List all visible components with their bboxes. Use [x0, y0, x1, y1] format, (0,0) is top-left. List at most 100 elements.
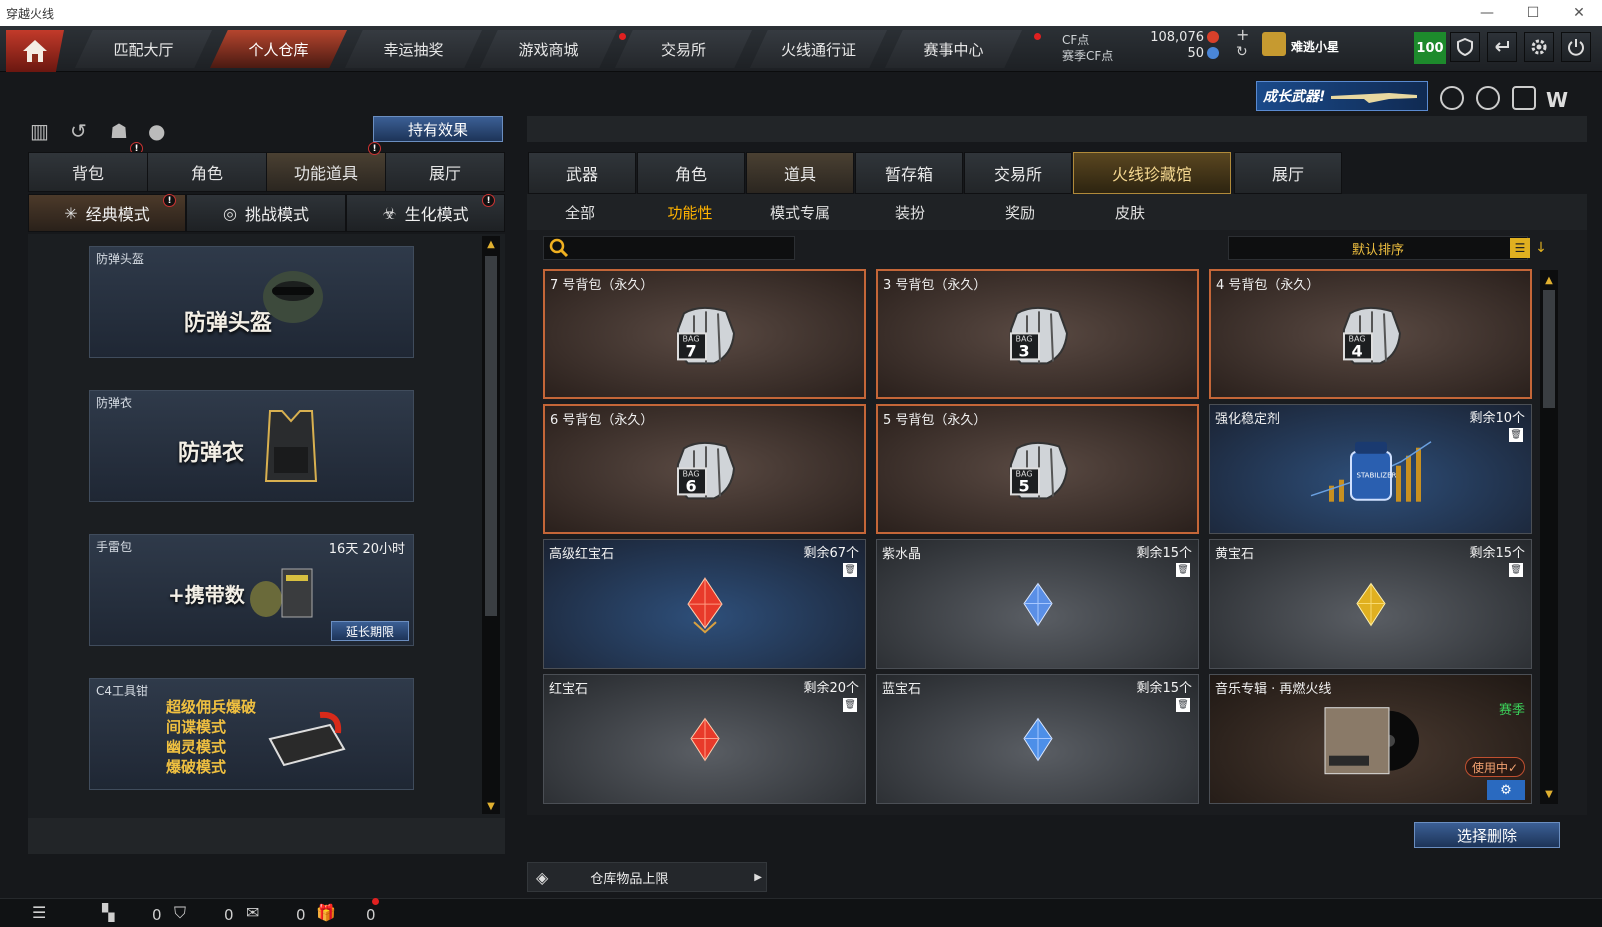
trash-icon[interactable]: 🗑	[843, 563, 857, 577]
tab-personal-warehouse[interactable]: 个人仓库	[210, 30, 347, 68]
search-box[interactable]	[543, 236, 795, 260]
trash-icon[interactable]: 🗑	[1509, 428, 1523, 442]
extend-duration-button[interactable]: 延长期限	[331, 621, 409, 641]
scroll-down-icon[interactable]: ▼	[1540, 786, 1558, 802]
album-settings-button[interactable]: ⚙	[1487, 780, 1525, 800]
history-icon[interactable]: ↺	[70, 119, 87, 143]
left-tab-backpack[interactable]: 背包	[28, 152, 148, 192]
item-card-topaz[interactable]: 黄宝石 剩余15个 🗑	[1209, 539, 1532, 669]
item-card-stabilizer[interactable]: 强化稳定剂 剩余10个 🗑 STABILIZER	[1209, 404, 1532, 534]
level-badge: 100	[1414, 32, 1446, 64]
sort-dropdown[interactable]: 默认排序	[1228, 236, 1528, 260]
w-logo-icon[interactable]: W	[1546, 88, 1568, 112]
item-card-sapphire[interactable]: 蓝宝石 剩余15个 🗑	[876, 674, 1199, 804]
backpack-icon: BAG 3	[1003, 303, 1073, 371]
left-scroll-thumb[interactable]	[485, 256, 497, 616]
chat-icon[interactable]: ✉	[246, 903, 259, 922]
backpack-icon: BAG 5	[1003, 438, 1073, 506]
tab-characters[interactable]: 角色	[637, 152, 745, 194]
trash-icon[interactable]: 🗑	[843, 698, 857, 712]
filter-functional[interactable]: 功能性	[640, 200, 740, 224]
user-name[interactable]: 难逃小星	[1291, 38, 1339, 55]
gift-icon[interactable]: 🎁	[316, 903, 336, 922]
cf-point-value: 108,076	[1150, 30, 1204, 45]
gear-icon[interactable]	[1524, 32, 1554, 62]
scroll-up-icon[interactable]: ▲	[482, 236, 500, 252]
item-card-bag-6[interactable]: 6 号背包（永久） BAG 6	[543, 404, 866, 534]
list-view-icon[interactable]: ☰	[1510, 238, 1530, 258]
filter-rewards[interactable]: 奖励	[970, 200, 1070, 224]
select-delete-button[interactable]: 选择删除	[1414, 822, 1560, 848]
shield-icon[interactable]	[1450, 32, 1480, 62]
item-card-ruby[interactable]: 红宝石 剩余20个 🗑	[543, 674, 866, 804]
warehouse-capacity-bar[interactable]: ◈ 仓库物品上限 ▶	[527, 862, 767, 892]
left-tab-function-items[interactable]: 功能道具	[266, 152, 386, 192]
tab-match-lobby[interactable]: 匹配大厅	[75, 30, 212, 68]
filter-dress-up[interactable]: 装扮	[860, 200, 960, 224]
home-button[interactable]	[6, 30, 64, 72]
filter-all[interactable]: 全部	[530, 200, 630, 224]
tab-lucky-draw[interactable]: 幸运抽奖	[345, 30, 482, 68]
backpack-icon: BAG 4	[1336, 303, 1406, 371]
list-item[interactable]: C4工具钳 超级佣兵爆破 间谍模式 幽灵模式 爆破模式	[89, 678, 414, 790]
close-button[interactable]: ✕	[1556, 0, 1602, 26]
tab-items[interactable]: 道具	[746, 152, 854, 194]
item-card-bag-7[interactable]: 7 号背包（永久） BAG 7	[543, 269, 866, 399]
tab-event-center[interactable]: 赛事中心	[885, 30, 1022, 68]
tab-storage-box[interactable]: 暂存箱	[855, 152, 963, 194]
friends-count: 0	[152, 906, 162, 924]
minimize-button[interactable]: —	[1464, 0, 1510, 26]
left-tab-showroom[interactable]: 展厅	[385, 152, 505, 192]
tab-game-store[interactable]: 游戏商城	[480, 30, 617, 68]
scroll-up-icon[interactable]: ▲	[1540, 272, 1558, 288]
tab-showroom-right[interactable]: 展厅	[1234, 152, 1342, 194]
badge-icon[interactable]	[1512, 86, 1536, 110]
maximize-button[interactable]: ☐	[1510, 0, 1556, 26]
clan-shield-icon[interactable]: ⛉	[174, 903, 186, 923]
item-card-bag-5[interactable]: 5 号背包（永久） BAG 5	[876, 404, 1199, 534]
alert-icon: !	[482, 194, 495, 207]
item-card-premium-ruby[interactable]: 高级红宝石 剩余67个 🗑	[543, 539, 866, 669]
c4-tool-icon	[268, 711, 346, 767]
item-card-music-album[interactable]: 音乐专辑 · 再燃火线 赛季 使用中✓ ⚙	[1209, 674, 1532, 804]
blue-gem-icon	[1020, 717, 1056, 767]
character-icon[interactable]: ☗	[110, 119, 128, 143]
filter-skins[interactable]: 皮肤	[1080, 200, 1180, 224]
ranking-icon[interactable]: ▥	[30, 119, 49, 143]
item-card-bag-4[interactable]: 4 号背包（永久） BAG 4	[1209, 269, 1532, 399]
item-card-bag-3[interactable]: 3 号背包（永久） BAG 3	[876, 269, 1199, 399]
power-icon[interactable]	[1561, 32, 1591, 62]
tab-exchange-right[interactable]: 交易所	[964, 152, 1072, 194]
sort-direction-icon[interactable]: ↓	[1532, 238, 1550, 258]
list-item[interactable]: 手雷包 16天 20小时 +携带数 延长期限	[89, 534, 414, 646]
scroll-down-icon[interactable]: ▼	[482, 798, 500, 814]
left-tab-character[interactable]: 角色	[147, 152, 267, 192]
item-card-amethyst[interactable]: 紫水晶 剩余15个 🗑	[876, 539, 1199, 669]
tab-weapons[interactable]: 武器	[528, 152, 636, 194]
list-item[interactable]: 防弹衣 防弹衣	[89, 390, 414, 502]
trash-icon[interactable]: 🗑	[1509, 563, 1523, 577]
filter-mode-exclusive[interactable]: 模式专属	[750, 200, 850, 224]
tab-collection-museum[interactable]: 火线珍藏馆	[1073, 152, 1231, 194]
purple-gem-icon	[1020, 582, 1056, 632]
medal-icon[interactable]	[1440, 86, 1464, 110]
tab-exchange[interactable]: 交易所	[615, 30, 752, 68]
return-icon[interactable]	[1487, 32, 1517, 62]
grenade-icon[interactable]: ●	[148, 119, 165, 143]
menu-icon[interactable]: ☰	[32, 903, 46, 922]
globe-icon[interactable]	[1476, 86, 1500, 110]
search-input[interactable]	[570, 238, 794, 258]
friends-icon[interactable]: ▚	[102, 903, 114, 922]
season-cf-value: 50	[1187, 46, 1204, 61]
right-scroll-thumb[interactable]	[1543, 290, 1555, 408]
alert-icon: !	[368, 142, 381, 155]
mode-challenge[interactable]: ◎ 挑战模式	[186, 194, 346, 232]
growth-weapon-banner[interactable]: 成长武器!	[1256, 81, 1428, 111]
holding-effect-button[interactable]: 持有效果	[373, 116, 503, 142]
add-cf-button[interactable]: +	[1236, 25, 1249, 44]
refresh-cf-button[interactable]: ↻	[1236, 44, 1248, 60]
trash-icon[interactable]: 🗑	[1176, 563, 1190, 577]
tab-battle-pass[interactable]: 火线通行证	[750, 30, 887, 68]
trash-icon[interactable]: 🗑	[1176, 698, 1190, 712]
list-item[interactable]: 防弹头盔 防弹头盔	[89, 246, 414, 358]
